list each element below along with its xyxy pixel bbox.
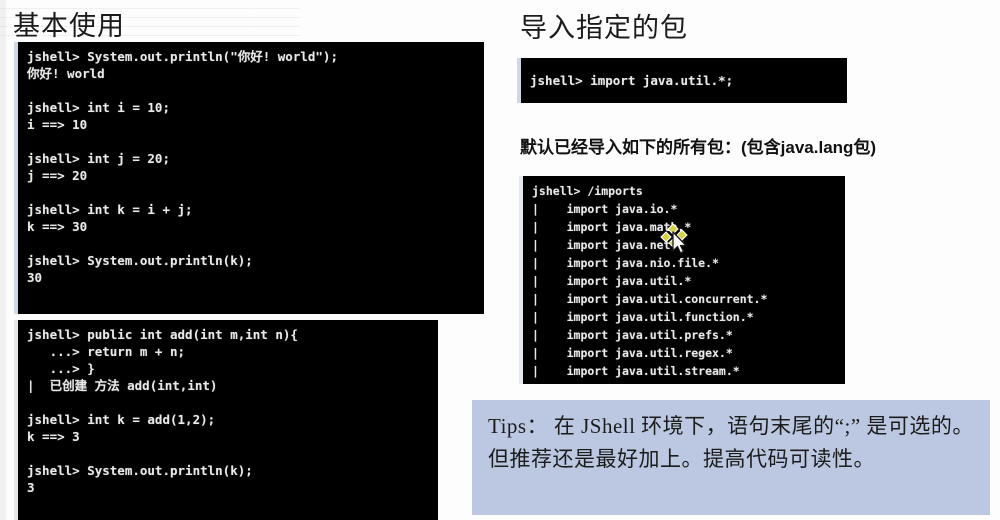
terminal-line: | import java.io.* <box>532 202 678 216</box>
terminal-line: jshell> int k = i + j; <box>27 202 193 217</box>
jshell-imports-listing-terminal: jshell> /imports | import java.io.* | impo… <box>519 176 845 384</box>
terminal-line: i ==> 10 <box>27 117 88 132</box>
slide-canvas: 基本使用 jshell> System.out.println("你好! wor… <box>0 0 1000 520</box>
terminal-line: | import java.util.function.* <box>532 310 754 324</box>
jshell-import-terminal: jshell> import java.util.*; <box>517 58 847 103</box>
subtitle-default-imports: 默认已经导入如下的所有包：(包含java.lang包) <box>520 138 877 157</box>
terminal-line: k ==> 30 <box>27 219 88 234</box>
terminal-line: | import java.nio.file.* <box>532 256 719 270</box>
page-title-basic-usage: 基本使用 <box>13 11 125 41</box>
terminal-line: 30 <box>27 270 43 285</box>
page-title-import-package: 导入指定的包 <box>520 13 688 43</box>
terminal-line: | import java.util.regex.* <box>532 346 733 360</box>
terminal-line: | import java.util.concurrent.* <box>532 292 768 306</box>
jshell-basic-usage-terminal: jshell> System.out.println("你好! world");… <box>14 42 484 314</box>
terminal-line: 你好! world <box>27 66 105 81</box>
terminal-line: jshell> import java.util.*; <box>530 73 734 88</box>
terminal-line: jshell> int j = 20; <box>27 151 170 166</box>
terminal-line: | import java.util.prefs.* <box>532 328 733 342</box>
terminal-line: jshell> /imports <box>532 184 643 198</box>
tips-callout-box: Tips： 在 JShell 环境下，语句末尾的“;” 是可选的。但推荐还是最好… <box>472 400 990 515</box>
terminal-line: ...> return m + n; <box>27 344 186 359</box>
terminal-line: jshell> int i = 10; <box>27 100 170 115</box>
terminal-line: jshell> System.out.println(k); <box>27 463 253 478</box>
terminal-line: jshell> System.out.println(k); <box>27 253 253 268</box>
terminal-line: ...> } <box>27 361 95 376</box>
terminal-line: jshell> int k = add(1,2); <box>27 412 216 427</box>
terminal-line: k ==> 3 <box>27 429 80 444</box>
slide-left-edge <box>0 0 6 520</box>
terminal-line: | import java.net.* <box>532 238 685 252</box>
jshell-method-definition-terminal: jshell> public int add(int m,int n){ ...… <box>14 320 438 520</box>
terminal-line: j ==> 20 <box>27 168 88 183</box>
terminal-line: | 已创建 方法 add(int,int) <box>27 378 218 393</box>
terminal-line: jshell> System.out.println("你好! world"); <box>27 49 338 64</box>
tips-text: Tips： 在 JShell 环境下，语句末尾的“;” 是可选的。但推荐还是最好… <box>488 414 974 471</box>
terminal-line: | import java.util.* <box>532 274 692 288</box>
terminal-line: | import java.util.stream.* <box>532 364 740 378</box>
terminal-line: | import java.math.* <box>532 220 692 234</box>
terminal-line: jshell> public int add(int m,int n){ <box>27 327 298 342</box>
terminal-line: 3 <box>27 480 35 495</box>
